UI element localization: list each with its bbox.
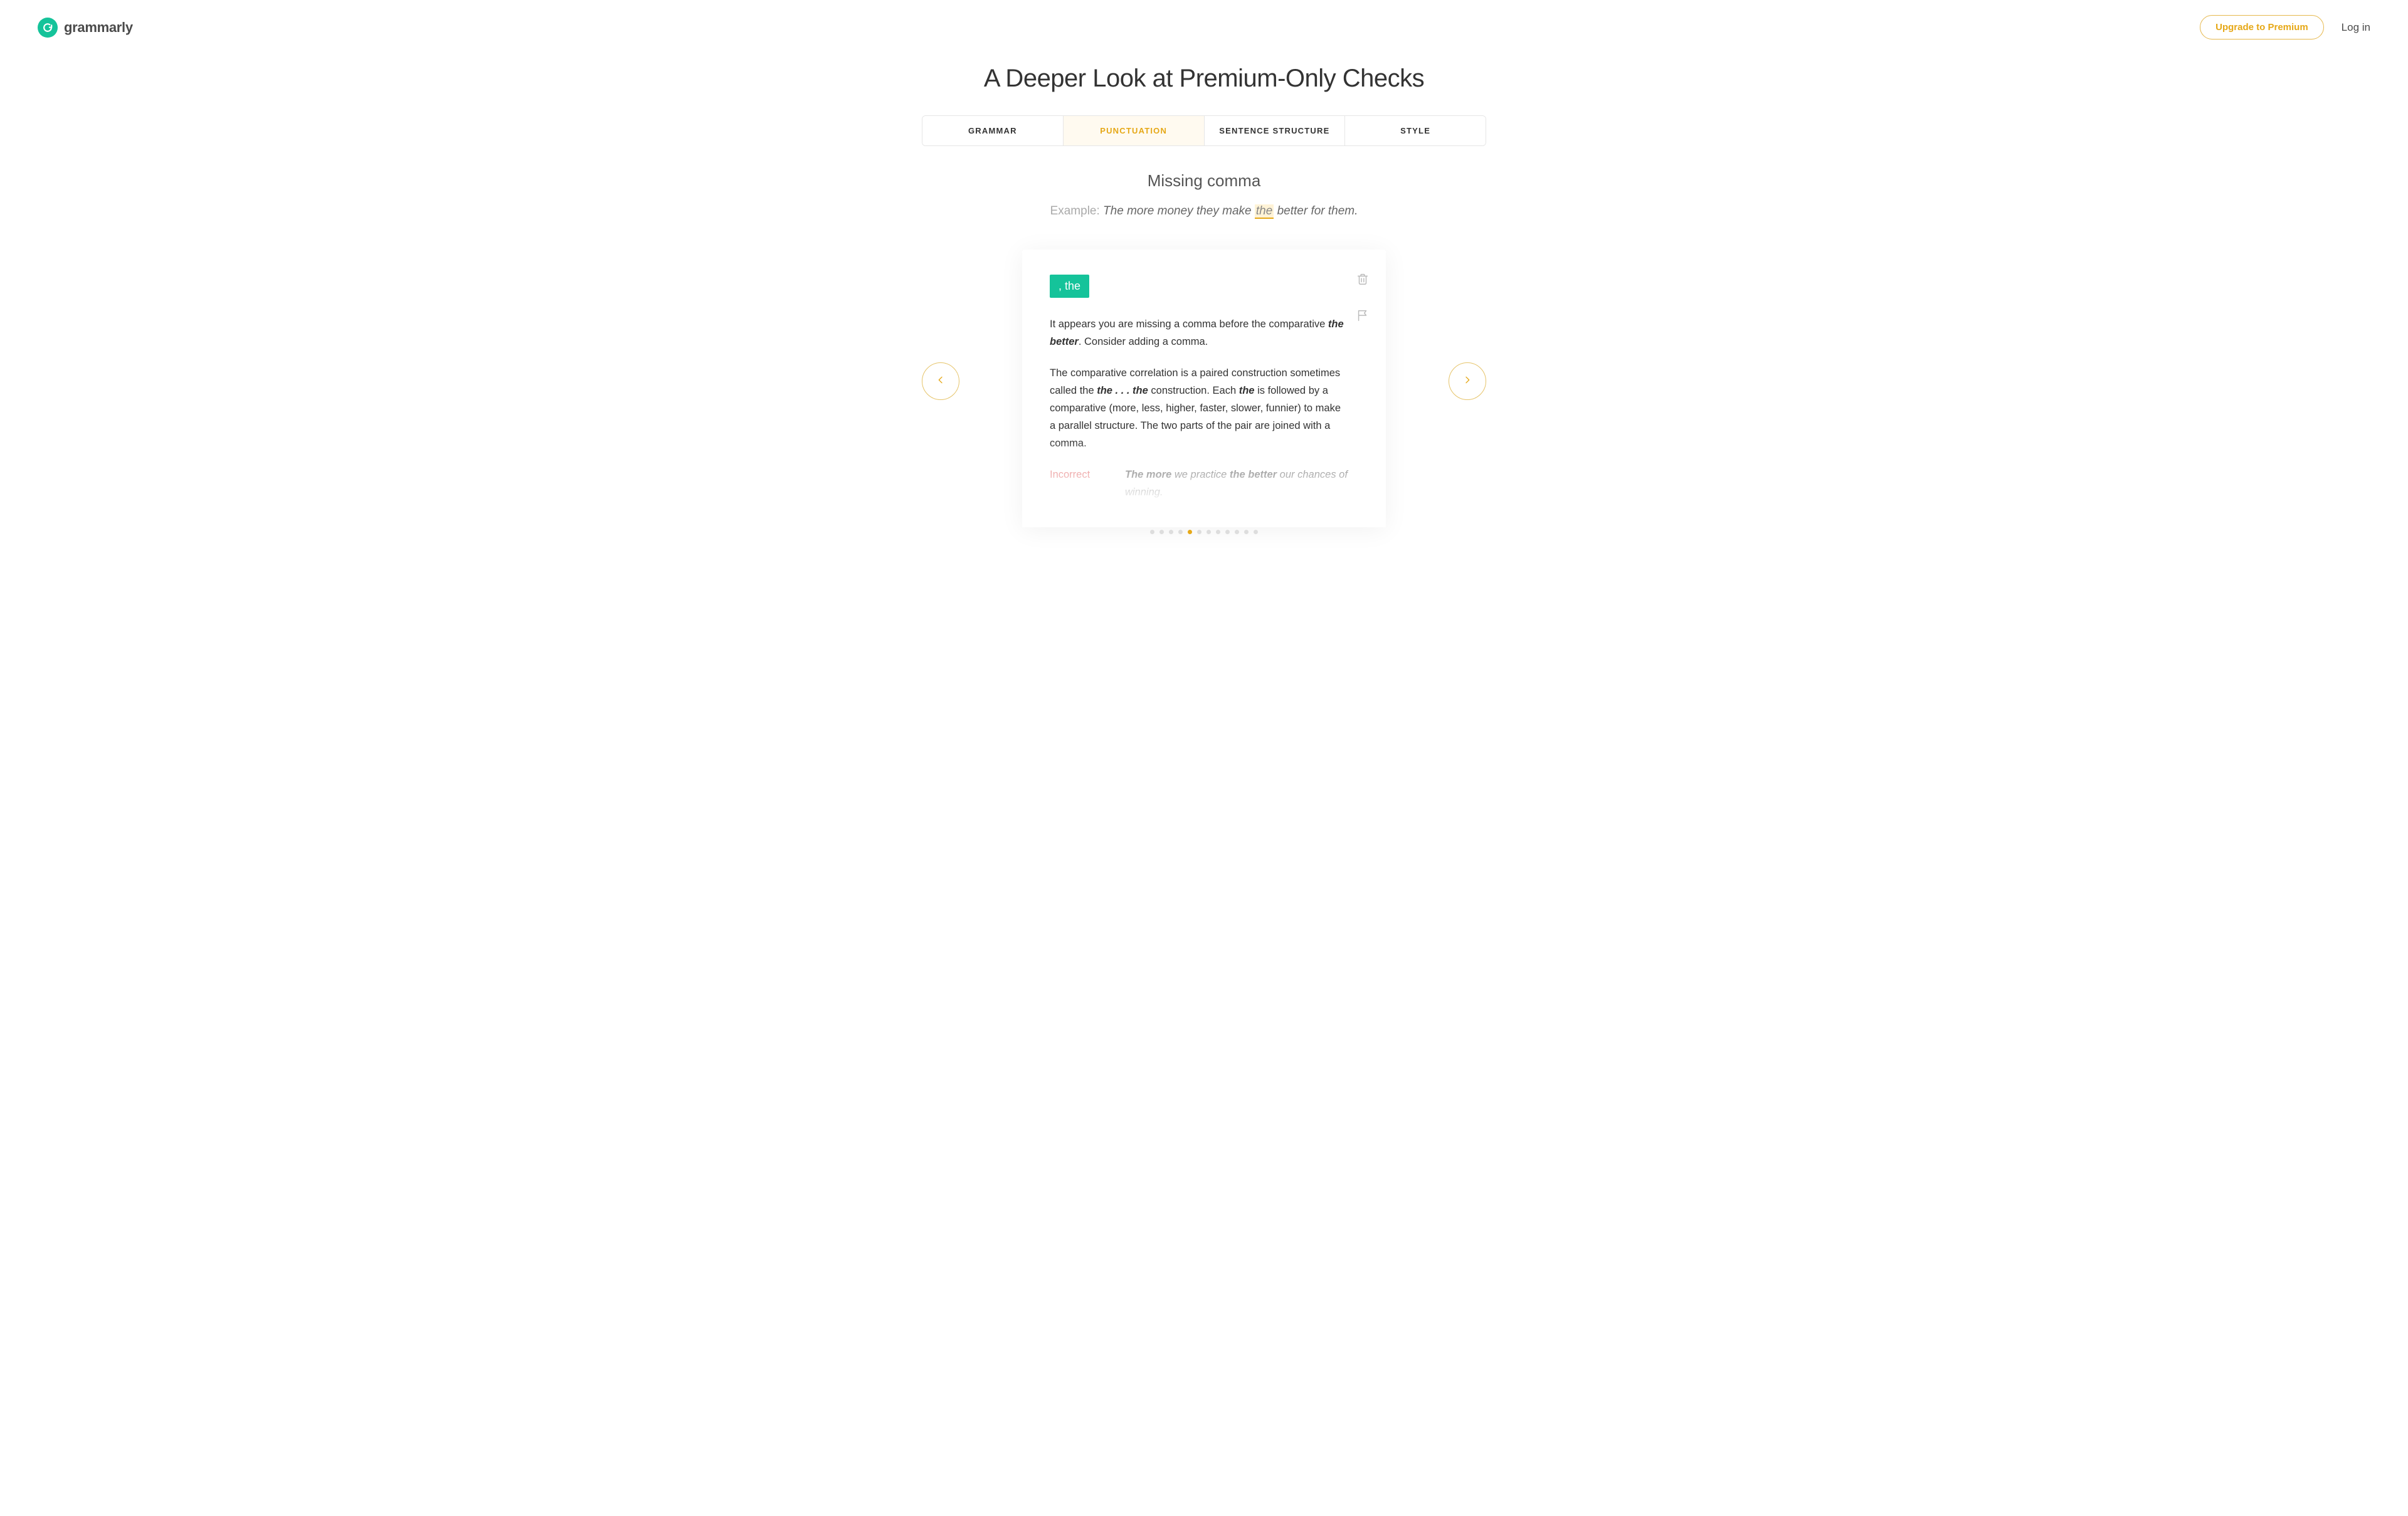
main-content: A Deeper Look at Premium-Only Checks GRA…: [922, 65, 1486, 550]
brand-name: grammarly: [64, 19, 133, 36]
correct-label: Correct: [1050, 510, 1100, 527]
login-link[interactable]: Log in: [2342, 21, 2370, 34]
tab-style[interactable]: STYLE: [1345, 116, 1486, 145]
card-actions: [1356, 272, 1370, 322]
incorrect-label: Incorrect: [1050, 466, 1100, 501]
pagination-dot[interactable]: [1169, 530, 1173, 534]
correct-text: The more we practice, the better our: [1125, 510, 1358, 527]
check-subtitle: Missing comma: [922, 171, 1486, 191]
example-text-before: The more money they make: [1103, 204, 1255, 218]
incorrect-text: The more we practice the better our chan…: [1125, 466, 1358, 501]
example-prefix: Example:: [1050, 204, 1103, 218]
suggestion-card: , the It appears you are missing a comma…: [1022, 250, 1386, 527]
pagination-dot[interactable]: [1188, 530, 1192, 534]
pagination-dots: [922, 530, 1486, 534]
carousel: , the It appears you are missing a comma…: [922, 250, 1486, 550]
prev-arrow-button[interactable]: [922, 362, 959, 400]
page-title: A Deeper Look at Premium-Only Checks: [922, 65, 1486, 93]
pagination-dot[interactable]: [1197, 530, 1201, 534]
pagination-dot[interactable]: [1207, 530, 1211, 534]
pagination-dot[interactable]: [1235, 530, 1239, 534]
pagination-dot[interactable]: [1225, 530, 1230, 534]
tab-sentence-structure[interactable]: SENTENCE STRUCTURE: [1205, 116, 1346, 145]
chevron-right-icon: [1462, 375, 1472, 388]
brand-logo[interactable]: grammarly: [38, 18, 133, 38]
upgrade-button[interactable]: Upgrade to Premium: [2200, 15, 2324, 39]
explanation-paragraph-2: The comparative correlation is a paired …: [1050, 364, 1344, 452]
header: grammarly Upgrade to Premium Log in: [0, 0, 2408, 46]
incorrect-example-row: Incorrect The more we practice the bette…: [1050, 466, 1358, 501]
pagination-dot[interactable]: [1150, 530, 1154, 534]
next-arrow-button[interactable]: [1449, 362, 1486, 400]
category-tabs: GRAMMAR PUNCTUATION SENTENCE STRUCTURE S…: [922, 115, 1486, 146]
pagination-dot[interactable]: [1159, 530, 1164, 534]
header-actions: Upgrade to Premium Log in: [2200, 15, 2370, 39]
trash-icon[interactable]: [1356, 272, 1370, 286]
tab-punctuation[interactable]: PUNCTUATION: [1064, 116, 1205, 145]
explanation-paragraph-1: It appears you are missing a comma befor…: [1050, 315, 1344, 350]
correct-example-row: Correct The more we practice, the better…: [1050, 510, 1358, 527]
pagination-dot[interactable]: [1178, 530, 1183, 534]
pagination-dot[interactable]: [1244, 530, 1249, 534]
suggestion-chip[interactable]: , the: [1050, 275, 1089, 298]
pagination-dot[interactable]: [1216, 530, 1220, 534]
tab-grammar[interactable]: GRAMMAR: [922, 116, 1064, 145]
example-highlight: the: [1255, 204, 1274, 219]
flag-icon[interactable]: [1356, 308, 1370, 322]
pagination-dot[interactable]: [1254, 530, 1258, 534]
example-line: Example: The more money they make the be…: [922, 204, 1486, 218]
chevron-left-icon: [936, 375, 946, 388]
example-text-after: better for them.: [1274, 204, 1358, 218]
grammarly-icon: [38, 18, 58, 38]
